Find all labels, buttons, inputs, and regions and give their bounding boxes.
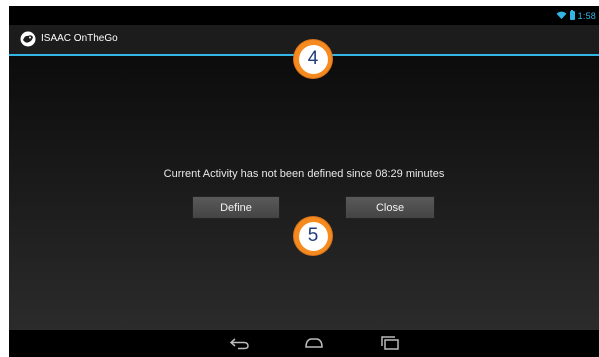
message-prefix: Current Activity has not been defined si… xyxy=(163,168,373,180)
annotation-badge-5: 5 xyxy=(294,217,332,255)
battery-icon xyxy=(569,10,575,20)
page: 1:58 ISAAC OnTheGo Current Activity has … xyxy=(0,0,599,357)
annotation-badge-4: 4 xyxy=(294,40,332,78)
wifi-icon xyxy=(556,11,567,20)
dialog-message: Current Activity has not been defined si… xyxy=(9,168,599,180)
status-clock: 1:58 xyxy=(577,10,596,21)
home-icon[interactable] xyxy=(303,335,325,351)
recents-icon[interactable] xyxy=(379,335,401,351)
isaac-logo-icon[interactable] xyxy=(20,31,36,47)
message-suffix: minutes xyxy=(405,168,445,180)
main-content: Current Activity has not been defined si… xyxy=(9,56,599,330)
status-icons: 1:58 xyxy=(556,9,596,22)
annotation-number-4: 4 xyxy=(298,44,328,74)
app-title: ISAAC OnTheGo xyxy=(41,33,118,44)
back-icon[interactable] xyxy=(229,335,251,351)
annotation-number-5: 5 xyxy=(298,221,328,251)
elapsed-time: 08:29 xyxy=(375,168,403,180)
navigation-bar xyxy=(9,330,599,357)
status-bar: 1:58 xyxy=(9,6,599,25)
define-button[interactable]: Define xyxy=(192,196,280,219)
close-button[interactable]: Close xyxy=(345,196,435,219)
